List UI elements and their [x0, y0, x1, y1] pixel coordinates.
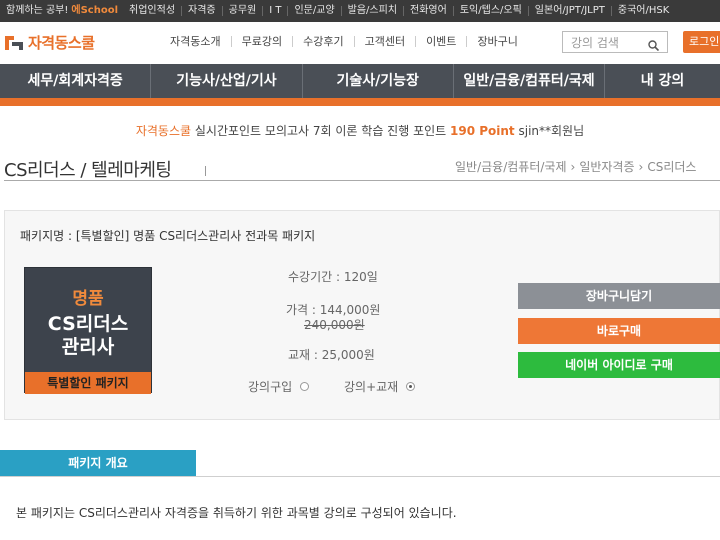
- nav-reviews[interactable]: 수강후기: [293, 36, 355, 47]
- search-input[interactable]: [563, 33, 643, 53]
- category-general-finance-computer[interactable]: 일반/금융/컴퓨터/국제: [454, 64, 606, 98]
- topbar-link-speech[interactable]: 발음/스피치: [342, 6, 405, 16]
- page-title: CS리더스 / 텔레마케팅: [4, 160, 172, 181]
- option-lecture-with-book-radio[interactable]: [406, 382, 416, 391]
- thumbnail-line-1: 명품: [72, 289, 104, 309]
- buy-now-button[interactable]: 바로구매: [518, 318, 720, 344]
- naver-purchase-button[interactable]: 네이버 아이디로 구매: [518, 352, 720, 378]
- topbar-school-link[interactable]: 에School: [71, 5, 118, 16]
- point-ticker: 자격동스쿨 실시간포인트 모의고사 7회 이론 학습 진행 포인트 190 Po…: [0, 122, 720, 139]
- package-description: 본 패키지는 CS리더스관리사 자격증을 취득하기 위한 과목별 강의로 구성되…: [16, 506, 457, 520]
- topbar-link-humanities[interactable]: 인문/교양: [288, 6, 342, 16]
- logo-text: 자격동스쿨: [28, 34, 95, 52]
- package-thumbnail: 명품 CS리더스 관리사 특별할인 패키지: [24, 267, 152, 394]
- topbar-link-toeic[interactable]: 토익/텝스/오픽: [454, 6, 529, 16]
- title-underline: [4, 180, 720, 181]
- breadcrumb: 일반/금융/컴퓨터/국제 › 일반자격증 › CS리더스: [455, 158, 696, 175]
- topbar-link-phone-english[interactable]: 전화영어: [404, 6, 454, 16]
- ticker-points: 190 Point: [450, 124, 515, 138]
- nav-cart[interactable]: 장바구니: [467, 36, 527, 47]
- topbar-tagline: 함께하는 공부! 에School: [0, 6, 118, 16]
- topbar-link-civil-service[interactable]: 공무원: [223, 6, 264, 16]
- option-lecture-only-label: 강의구입: [248, 380, 293, 394]
- study-period: 수강기간 : 120일: [288, 270, 378, 284]
- ticker-brand: 자격동스쿨: [135, 124, 192, 138]
- login-button[interactable]: 로그인: [683, 31, 720, 53]
- package-name: 패키지명 : [특별할인] 명품 CS리더스관리사 전과목 패키지: [20, 229, 316, 243]
- nav-events[interactable]: 이벤트: [416, 36, 468, 47]
- topbar-link-it[interactable]: I T: [263, 6, 289, 16]
- option-lecture-only[interactable]: 강의구입: [248, 378, 310, 395]
- search-box: [562, 31, 668, 53]
- topbar-link-certificate[interactable]: 자격증: [182, 6, 223, 16]
- tab-package-overview[interactable]: 패키지 개요: [0, 450, 196, 476]
- ticker-user: sjin**회원님: [514, 124, 585, 138]
- thumbnail-line-3: 관리사: [61, 336, 115, 358]
- original-price: 240,000원: [304, 318, 365, 332]
- breadcrumb-item-current[interactable]: CS리더스: [647, 160, 696, 174]
- category-tax-accounting[interactable]: 세무/회계자격증: [0, 64, 152, 98]
- breadcrumb-chevron-icon: ›: [570, 160, 576, 174]
- option-lecture-with-book[interactable]: 강의+교재: [344, 378, 416, 395]
- nav-free-lectures[interactable]: 무료강의: [232, 36, 294, 47]
- site-header: 자격동스쿨 자격동소개 무료강의 수강후기 고객센터 이벤트 장바구니 로그인: [0, 22, 720, 64]
- ticker-text: 실시간포인트 모의고사 7회 이론 학습 진행 포인트: [191, 124, 450, 138]
- title-divider: [205, 166, 206, 176]
- search-icon[interactable]: [648, 36, 660, 52]
- breadcrumb-chevron-icon: ›: [638, 160, 644, 174]
- top-utility-bar: 함께하는 공부! 에School 취업인적성 자격증 공무원 I T 인문/교양 …: [0, 0, 720, 22]
- nav-accent-bar: [0, 98, 720, 106]
- category-my-lectures[interactable]: 내 강의: [605, 64, 720, 98]
- add-to-cart-button[interactable]: 장바구니담기: [518, 283, 720, 309]
- category-technician-industrial[interactable]: 기능사/산업/기사: [151, 64, 303, 98]
- breadcrumb-item-general-cert[interactable]: 일반자격증: [579, 160, 634, 174]
- thumbnail-badge: 특별할인 패키지: [25, 372, 151, 394]
- textbook-price: 교재 : 25,000원: [288, 348, 375, 362]
- site-logo[interactable]: 자격동스쿨: [4, 32, 95, 53]
- topbar-link-japanese[interactable]: 일본어/JPT/JLPT: [529, 6, 612, 16]
- nav-about[interactable]: 자격동소개: [160, 36, 232, 47]
- option-lecture-only-radio[interactable]: [300, 382, 310, 391]
- nav-customer-center[interactable]: 고객센터: [355, 36, 417, 47]
- header-nav: 자격동소개 무료강의 수강후기 고객센터 이벤트 장바구니: [160, 36, 528, 47]
- topbar-tagline-text: 함께하는 공부!: [6, 5, 69, 16]
- category-nav: 세무/회계자격증 기능사/산업/기사 기술사/기능장 일반/금융/컴퓨터/국제 …: [0, 64, 720, 98]
- option-lecture-with-book-label: 강의+교재: [344, 380, 399, 394]
- breadcrumb-item-category[interactable]: 일반/금융/컴퓨터/국제: [455, 160, 567, 174]
- logo-mark-icon: [4, 34, 24, 52]
- topbar-link-job-aptitude[interactable]: 취업인적성: [123, 6, 183, 16]
- tab-divider: [0, 476, 720, 477]
- topbar-link-chinese[interactable]: 중국어/HSK: [612, 6, 675, 16]
- category-engineer-master[interactable]: 기술사/기능장: [303, 64, 454, 98]
